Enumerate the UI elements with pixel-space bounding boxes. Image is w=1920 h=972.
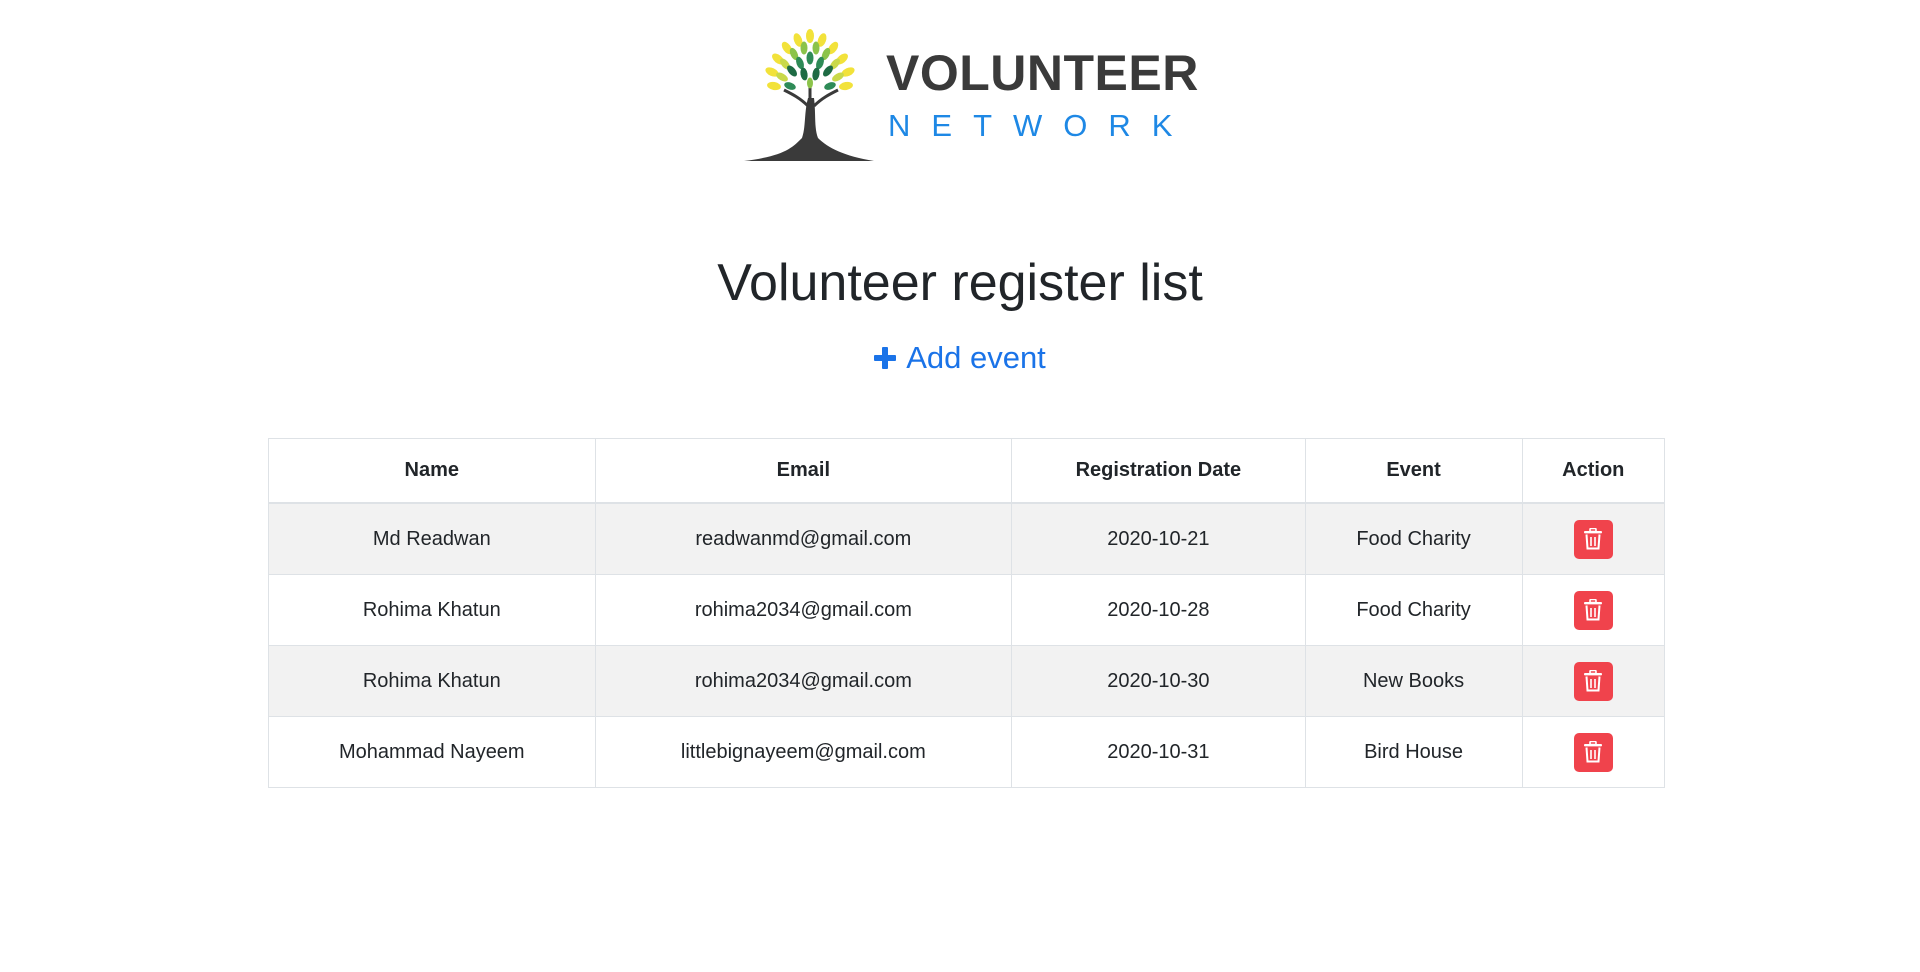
cell-event: Bird House (1304, 716, 1523, 788)
brand-tagline: NETWORK (888, 108, 1194, 143)
table-row: Md Readwan readwanmd@gmail.com 2020-10-2… (268, 502, 1666, 575)
table-row: Rohima Khatun rohima2034@gmail.com 2020-… (268, 574, 1666, 646)
cell-name: Mohammad Nayeem (268, 716, 596, 788)
delete-button[interactable] (1573, 661, 1613, 701)
plus-icon (874, 346, 897, 369)
add-event-label: Add event (906, 340, 1046, 375)
cell-date: 2020-10-21 (1011, 502, 1306, 575)
cell-date: 2020-10-31 (1011, 716, 1306, 788)
cell-email: rohima2034@gmail.com (594, 645, 1013, 717)
cell-name: Rohima Khatun (268, 574, 596, 646)
page: VOLUNTEER NETWORK Volunteer register lis… (0, 0, 1920, 972)
table-body: Md Readwan readwanmd@gmail.com 2020-10-2… (268, 502, 1666, 788)
header-email: Email (594, 438, 1013, 504)
table-row: Rohima Khatun rohima2034@gmail.com 2020-… (268, 645, 1666, 717)
page-title: Volunteer register list (717, 253, 1203, 312)
cell-action (1521, 645, 1666, 717)
header-action: Action (1521, 438, 1666, 504)
table-row: Mohammad Nayeem littlebignayeem@gmail.co… (268, 716, 1666, 788)
cell-event: Food Charity (1304, 574, 1523, 646)
brand-name: VOLUNTEER (886, 45, 1199, 101)
trash-icon (1584, 528, 1603, 550)
add-event-link[interactable]: Add event (874, 342, 1046, 373)
cell-name: Rohima Khatun (268, 645, 596, 717)
cell-action (1521, 574, 1666, 646)
header-name: Name (268, 438, 596, 504)
logo[interactable]: VOLUNTEER NETWORK (744, 28, 1198, 163)
trash-icon (1584, 599, 1603, 621)
add-event-container: Add event (0, 342, 1920, 374)
cell-email: rohima2034@gmail.com (594, 574, 1013, 646)
cell-action (1521, 502, 1666, 575)
cell-email: littlebignayeem@gmail.com (594, 716, 1013, 788)
cell-name: Md Readwan (268, 502, 596, 575)
table-header-row: Name Email Registration Date Event Actio… (268, 438, 1666, 504)
volunteer-table: Name Email Registration Date Event Actio… (268, 438, 1666, 788)
header-event: Event (1304, 438, 1523, 504)
cell-event: Food Charity (1304, 502, 1523, 575)
trash-icon (1584, 670, 1603, 692)
delete-button[interactable] (1573, 732, 1613, 772)
tree-icon (744, 29, 874, 161)
cell-event: New Books (1304, 645, 1523, 717)
delete-button[interactable] (1573, 590, 1613, 630)
cell-email: readwanmd@gmail.com (594, 502, 1013, 575)
delete-button[interactable] (1573, 519, 1613, 559)
cell-date: 2020-10-28 (1011, 574, 1306, 646)
cell-action (1521, 716, 1666, 788)
trash-icon (1584, 741, 1603, 763)
header-registration-date: Registration Date (1011, 438, 1306, 504)
table-header: Name Email Registration Date Event Actio… (268, 438, 1666, 504)
cell-date: 2020-10-30 (1011, 645, 1306, 717)
